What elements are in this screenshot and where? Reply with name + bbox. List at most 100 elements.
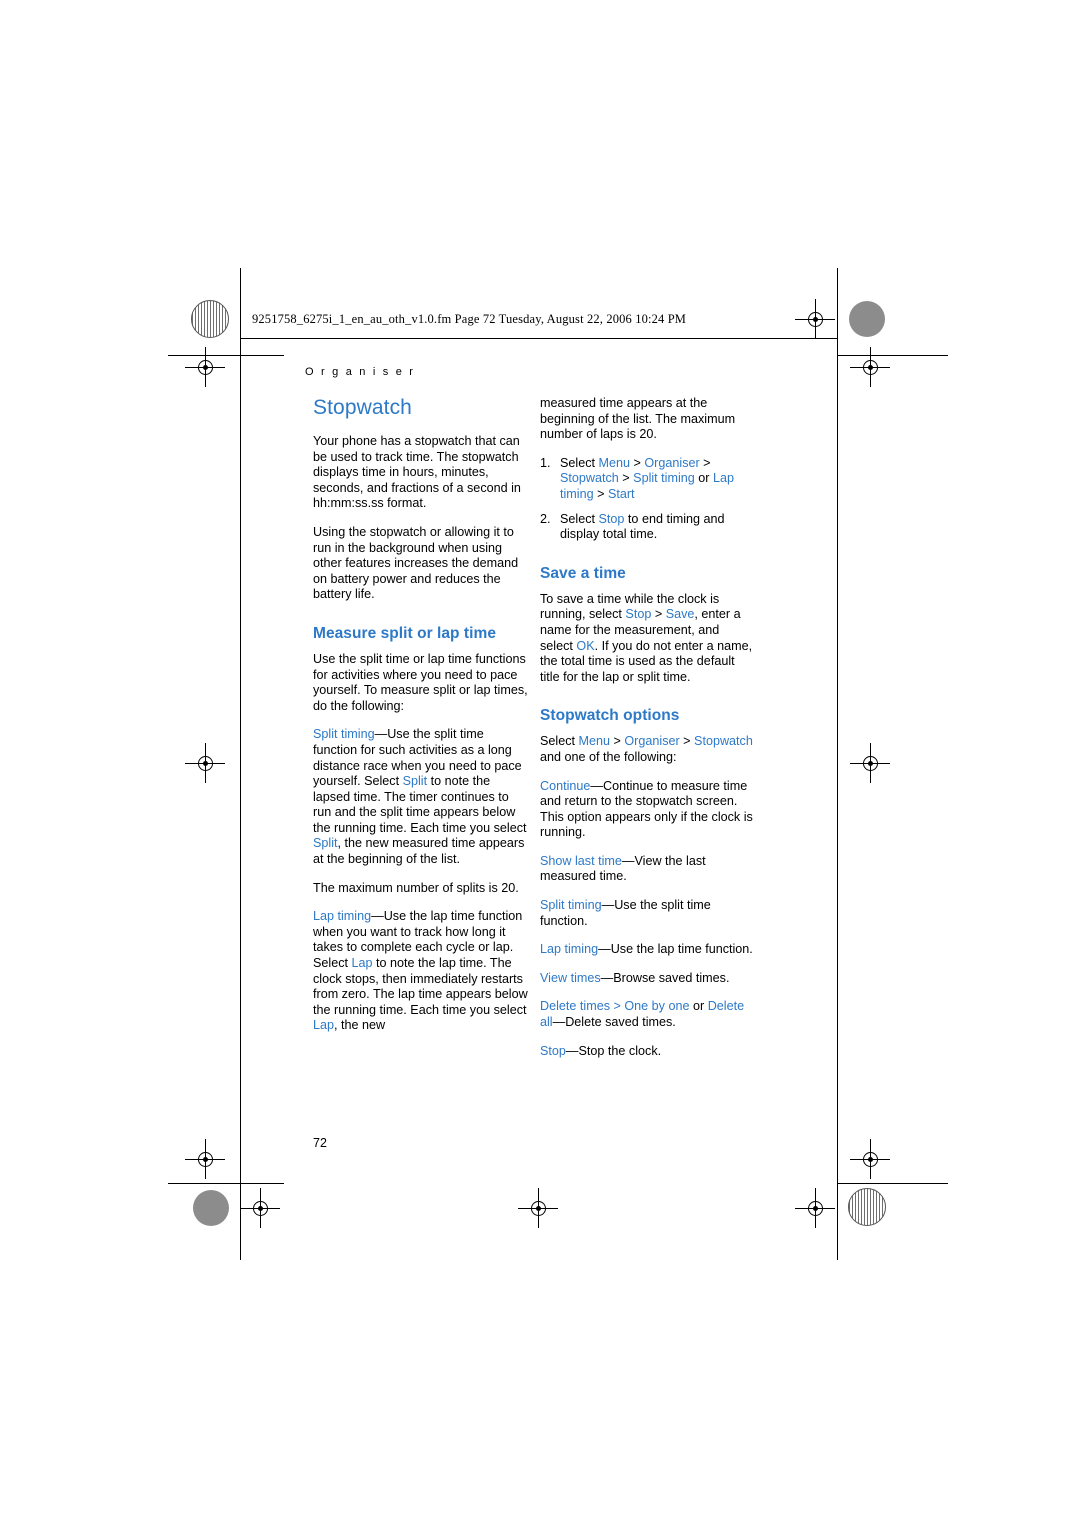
keyword-split-2: Split <box>313 836 338 851</box>
option-stop: Stop—Stop the clock. <box>540 1044 755 1060</box>
crop-line-header-h <box>240 338 838 339</box>
step-2-number: 2. <box>540 511 551 526</box>
paragraph-save-a-time: To save a time while the clock is runnin… <box>540 592 755 686</box>
step2-a: Select <box>560 511 599 526</box>
page-number: 72 <box>313 1136 327 1150</box>
option-show-last-time: Show last time—View the last measured ti… <box>540 854 755 885</box>
registration-mark-top-right <box>850 347 890 387</box>
term-stop: Stop <box>540 1043 566 1058</box>
stop-body: Stop the clock. <box>578 1043 662 1058</box>
keyword-save: Save <box>665 607 695 622</box>
opt-intro-c: > <box>679 734 695 749</box>
lap-body-c: , the new <box>334 1018 386 1033</box>
keyword-split-timing-step: Split timing <box>633 471 695 486</box>
file-header-line: 9251758_6275i_1_en_au_oth_v1.0.fm Page 7… <box>252 312 687 326</box>
keyword-menu-1: Menu <box>598 455 631 470</box>
dash-stop: — <box>565 1043 579 1058</box>
dash-splittiming: — <box>601 898 615 913</box>
term-split-timing: Split timing <box>313 727 375 742</box>
registration-mark-mid-left <box>185 743 225 783</box>
registration-mark-footer-left <box>240 1188 280 1228</box>
term-lap-timing: Lap timing <box>313 909 372 924</box>
dash-lap: — <box>371 909 384 924</box>
paragraph-intro-2: Using the stopwatch or allowing it to ru… <box>313 524 519 602</box>
step1-a: Select <box>560 455 599 470</box>
print-calibration-dot-bottom <box>193 1190 229 1226</box>
keyword-split-1: Split <box>402 774 428 789</box>
step-1-number: 1. <box>540 455 551 470</box>
left-text-column: Stopwatch Your phone has a stopwatch tha… <box>313 396 528 1047</box>
heading-save-a-time: Save a time <box>540 564 626 582</box>
split-body-c: , the new measured time appears at the b… <box>313 836 525 867</box>
list-item-step-1: 1. Select Menu > Organiser > Stopwatch > … <box>540 456 755 503</box>
dash-showlast: — <box>621 853 635 868</box>
keyword-lap-2: Lap <box>313 1018 335 1033</box>
heading-stopwatch-options: Stopwatch options <box>540 707 680 725</box>
option-lap-timing: Lap timing—Use the lap time function. <box>540 942 755 958</box>
heading-measure-split-or-lap-time: Measure split or lap time <box>313 624 496 642</box>
step1-d: > <box>618 471 634 486</box>
step1-b: > <box>630 455 645 470</box>
term-one-by-one: One by one <box>624 999 690 1014</box>
keyword-stop-step2: Stop <box>598 511 625 526</box>
term-split-timing-option: Split timing <box>540 898 602 913</box>
registration-mark-mid-right <box>850 743 890 783</box>
crop-line-bottom-right-h <box>838 1183 948 1184</box>
keyword-ok: OK <box>576 638 595 653</box>
document-page: 9251758_6275i_1_en_au_oth_v1.0.fm Page 7… <box>0 0 1080 1527</box>
step1-c: > <box>699 455 711 470</box>
option-continue: Continue—Continue to measure time and re… <box>540 779 755 841</box>
paragraph-intro-1: Your phone has a stopwatch that can be u… <box>313 434 521 511</box>
print-calibration-striped-top <box>191 300 229 338</box>
term-lap-timing-option: Lap timing <box>540 942 599 957</box>
keyword-stopwatch-2: Stopwatch <box>694 734 753 749</box>
list-item-step-2: 2. Select Stop to end timing and display … <box>540 512 755 543</box>
paragraph-split-timing: Split timing—Use the split time function… <box>313 727 528 867</box>
term-continue: Continue <box>540 778 591 793</box>
laptiming-body: Use the lap time function. <box>610 942 753 957</box>
dash-split: — <box>374 727 388 742</box>
registration-mark-footer-center <box>518 1188 558 1228</box>
term-view-times: View times <box>540 970 601 985</box>
dash-continue: — <box>590 778 604 793</box>
dash-viewtimes: — <box>600 970 614 985</box>
paragraph-measure-intro: Use the split time or lap time functions… <box>313 651 528 713</box>
paragraph-max-splits: The maximum number of splits is 20. <box>313 880 519 895</box>
save-b: > <box>651 607 666 622</box>
registration-mark-footer-right <box>795 1188 835 1228</box>
delete-sep: > <box>610 999 625 1014</box>
delete-or: or <box>689 999 708 1014</box>
registration-mark-top-left <box>185 347 225 387</box>
crop-line-bottom-left-h <box>168 1183 284 1184</box>
keyword-start: Start <box>607 486 635 501</box>
page-title: Stopwatch <box>313 396 412 419</box>
opt-intro-d: and one of the following: <box>540 749 677 764</box>
opt-intro-b: > <box>610 734 625 749</box>
keyword-stopwatch-1: Stopwatch <box>560 471 619 486</box>
keyword-organiser-1: Organiser <box>644 455 700 470</box>
keyword-menu-2: Menu <box>578 734 611 749</box>
opt-intro-a: Select <box>540 734 579 749</box>
dash-laptiming: — <box>598 942 611 957</box>
keyword-stop-save: Stop <box>625 607 652 622</box>
crop-line-right-v <box>837 268 838 1260</box>
paragraph-options-intro: Select Menu > Organiser > Stopwatch and … <box>540 734 755 765</box>
delete-body: Delete saved times. <box>565 1015 676 1030</box>
crop-line-left-v <box>240 268 241 1260</box>
term-delete-times: Delete times <box>540 999 610 1014</box>
dash-delete: — <box>552 1015 566 1030</box>
term-show-last-time: Show last time <box>540 853 622 868</box>
registration-mark-bottom-right <box>850 1139 890 1179</box>
option-split-timing: Split timing—Use the split time function… <box>540 898 755 929</box>
chapter-tag: O r g a n i s e r <box>305 366 416 378</box>
paragraph-continued-from-left: measured time appears at the beginning o… <box>540 396 736 442</box>
step1-e: or <box>694 471 713 486</box>
keyword-organiser-2: Organiser <box>624 734 680 749</box>
registration-mark-bottom-left <box>185 1139 225 1179</box>
step1-f: > <box>593 486 608 501</box>
print-calibration-striped-bottom <box>848 1188 886 1226</box>
viewtimes-body: Browse saved times. <box>613 970 730 985</box>
ordered-steps-list: 1. Select Menu > Organiser > Stopwatch > … <box>540 456 755 543</box>
option-delete-times: Delete times > One by one or Delete all—… <box>540 999 755 1030</box>
paragraph-lap-timing: Lap timing—Use the lap time function whe… <box>313 909 528 1034</box>
